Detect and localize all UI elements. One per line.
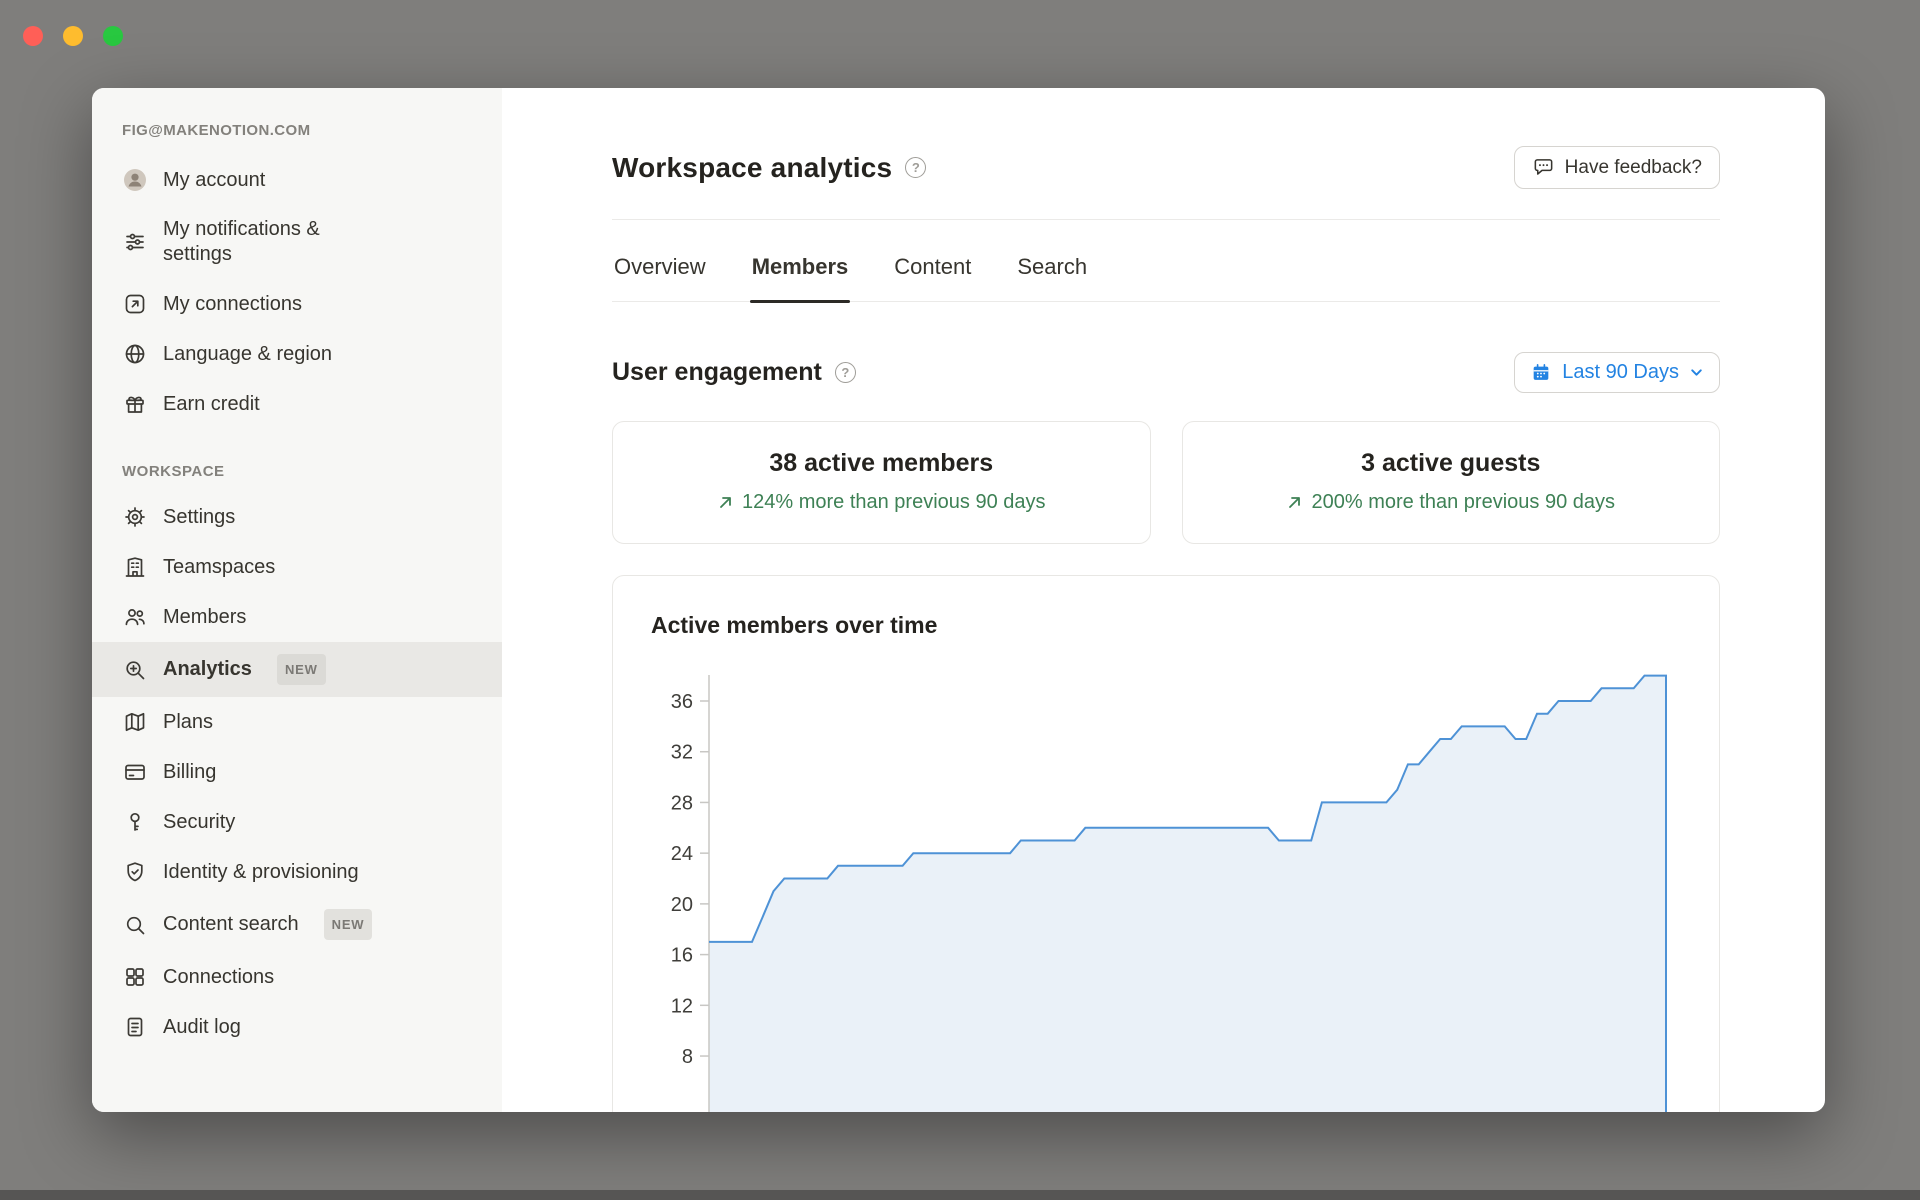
sidebar-item-label: Security	[163, 810, 235, 835]
sidebar-item-settings[interactable]: Settings	[92, 492, 502, 542]
svg-text:36: 36	[671, 691, 693, 713]
sidebar-item-label: My account	[163, 168, 265, 193]
sidebar-item-label: Language & region	[163, 342, 332, 367]
sidebar-item-connections[interactable]: Connections	[92, 952, 502, 1002]
desktop-edge	[0, 1190, 1920, 1200]
building-icon	[122, 554, 148, 580]
sidebar-item-plans[interactable]: Plans	[92, 697, 502, 747]
tab-members[interactable]: Members	[750, 220, 851, 301]
sidebar-item-label: Analytics	[163, 657, 252, 682]
sidebar-item-label: Content search	[163, 912, 299, 937]
window-controls	[23, 26, 123, 46]
sidebar-item-label: My connections	[163, 292, 302, 317]
svg-text:12: 12	[671, 995, 693, 1017]
sidebar-item-language-region[interactable]: Language & region	[92, 329, 502, 379]
date-range-label: Last 90 Days	[1562, 361, 1679, 384]
settings-sidebar: FIG@MAKENOTION.COM My account My notific…	[92, 88, 502, 1112]
sidebar-item-my-account[interactable]: My account	[92, 155, 502, 205]
tab-overview[interactable]: Overview	[612, 220, 708, 301]
sidebar-item-content-search[interactable]: Content search NEW	[92, 897, 502, 952]
calendar-icon	[1530, 362, 1552, 384]
sidebar-item-teamspaces[interactable]: Teamspaces	[92, 542, 502, 592]
svg-text:28: 28	[671, 792, 693, 814]
engagement-stat-cards: 38 active members 124% more than previou…	[612, 421, 1720, 544]
sidebar-item-audit-log[interactable]: Audit log	[92, 1002, 502, 1052]
new-badge: NEW	[277, 654, 326, 685]
date-range-button[interactable]: Last 90 Days	[1514, 352, 1720, 393]
sidebar-item-label: Connections	[163, 965, 274, 990]
tab-content[interactable]: Content	[892, 220, 973, 301]
sidebar-item-label: Members	[163, 605, 246, 630]
sidebar-item-billing[interactable]: Billing	[92, 747, 502, 797]
active-members-chart-card: Active members over time 8 12 16 20 24 28 32 36	[612, 575, 1720, 1112]
shield-check-icon	[122, 859, 148, 885]
trend-up-arrow-icon	[1286, 494, 1303, 511]
sidebar-item-label: My notifications & settings	[163, 217, 381, 267]
svg-text:20: 20	[671, 894, 693, 916]
user-avatar	[122, 167, 148, 193]
sidebar-item-label: Identity & provisioning	[163, 860, 359, 885]
gift-icon	[122, 391, 148, 417]
people-icon	[122, 604, 148, 630]
sidebar-item-label: Settings	[163, 505, 235, 530]
arrow-up-right-box-icon	[122, 291, 148, 317]
have-feedback-button[interactable]: Have feedback?	[1514, 146, 1720, 189]
active-guests-stat-card: 3 active guests 200% more than previous …	[1182, 421, 1721, 544]
svg-text:24: 24	[671, 843, 693, 865]
svg-text:32: 32	[671, 742, 693, 764]
credit-card-icon	[122, 759, 148, 785]
help-icon[interactable]: ?	[905, 157, 926, 178]
key-icon	[122, 809, 148, 835]
have-feedback-label: Have feedback?	[1565, 157, 1702, 179]
sidebar-item-label: Teamspaces	[163, 555, 275, 580]
close-window-button[interactable]	[23, 26, 43, 46]
page-title: Workspace analytics	[612, 152, 892, 184]
section-title: User engagement	[612, 358, 822, 387]
sidebar-item-my-connections[interactable]: My connections	[92, 279, 502, 329]
page-header: Workspace analytics ? Have feedback?	[612, 146, 1720, 220]
sidebar-item-earn-credit[interactable]: Earn credit	[92, 379, 502, 429]
grid-icon	[122, 964, 148, 990]
svg-text:8: 8	[682, 1046, 693, 1068]
sidebar-item-members[interactable]: Members	[92, 592, 502, 642]
sidebar-item-security[interactable]: Security	[92, 797, 502, 847]
sidebar-item-label: Billing	[163, 760, 216, 785]
help-icon[interactable]: ?	[835, 362, 856, 383]
chevron-down-icon	[1689, 365, 1704, 380]
speech-bubble-icon	[1532, 156, 1555, 179]
stat-delta-text: 124% more than previous 90 days	[742, 491, 1046, 514]
active-members-chart: 8 12 16 20 24 28 32 36	[651, 663, 1683, 1112]
svg-text:16: 16	[671, 945, 693, 967]
account-email-header: FIG@MAKENOTION.COM	[92, 122, 502, 155]
stat-value: 3 active guests	[1193, 449, 1710, 478]
zoom-window-button[interactable]	[103, 26, 123, 46]
stat-delta-text: 200% more than previous 90 days	[1311, 491, 1615, 514]
analytics-magnifier-icon	[122, 657, 148, 683]
sidebar-item-label: Audit log	[163, 1015, 241, 1040]
sidebar-item-label: Earn credit	[163, 392, 260, 417]
sidebar-item-identity-provisioning[interactable]: Identity & provisioning	[92, 847, 502, 897]
stat-value: 38 active members	[623, 449, 1140, 478]
search-icon	[122, 912, 148, 938]
globe-icon	[122, 341, 148, 367]
chart-title: Active members over time	[651, 612, 1719, 639]
new-badge: NEW	[324, 909, 373, 940]
scroll-icon	[122, 1014, 148, 1040]
active-members-stat-card: 38 active members 124% more than previou…	[612, 421, 1151, 544]
gear-icon	[122, 504, 148, 530]
settings-modal: FIG@MAKENOTION.COM My account My notific…	[92, 88, 1825, 1112]
workspace-section-header: WORKSPACE	[92, 463, 502, 492]
analytics-tabs: Overview Members Content Search	[612, 220, 1720, 302]
user-engagement-header: User engagement ? Last 90 Days	[612, 352, 1720, 393]
sidebar-item-analytics[interactable]: Analytics NEW	[92, 642, 502, 697]
minimize-window-button[interactable]	[63, 26, 83, 46]
trend-up-arrow-icon	[717, 494, 734, 511]
sidebar-item-label: Plans	[163, 710, 213, 735]
analytics-main-content: Workspace analytics ? Have feedback? Ove…	[502, 88, 1825, 1112]
sidebar-item-my-notifications-settings[interactable]: My notifications & settings	[92, 205, 502, 279]
sliders-icon	[122, 229, 148, 255]
tab-search[interactable]: Search	[1015, 220, 1089, 301]
map-icon	[122, 709, 148, 735]
